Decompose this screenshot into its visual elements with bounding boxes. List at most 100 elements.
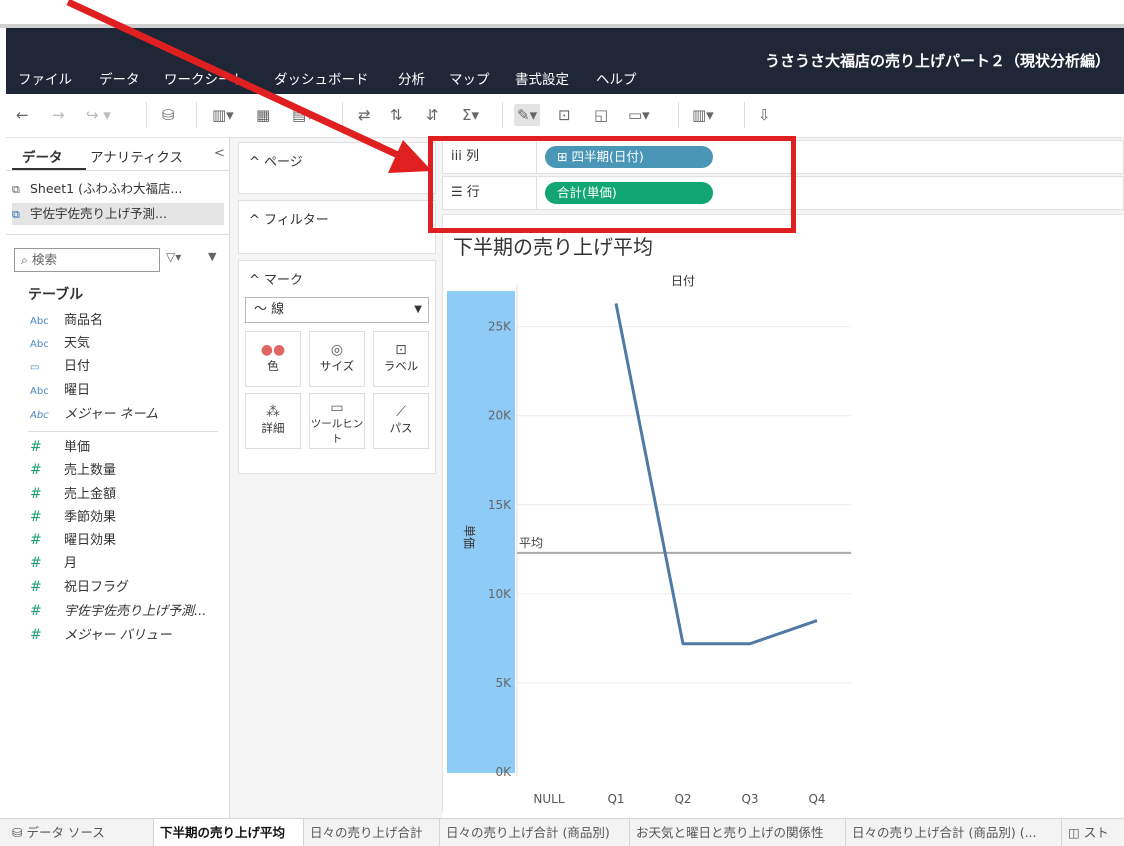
tab-label: スト xyxy=(1083,825,1109,840)
label-icon[interactable]: ⊡ xyxy=(558,104,571,126)
dropdown-icon[interactable]: ▼ xyxy=(208,250,216,263)
measure-field[interactable]: # 月 xyxy=(30,552,230,574)
dimension-field[interactable]: Abc 商品名 xyxy=(30,310,230,332)
filters-card[interactable]: ^ フィルター xyxy=(238,200,436,254)
duplicate-icon[interactable]: ▦ xyxy=(256,104,270,126)
swap-icon[interactable]: ⇄ xyxy=(358,104,371,126)
dimension-field[interactable]: Abc メジャー ネーム xyxy=(30,404,230,426)
y-tick-label: 20K xyxy=(488,409,512,423)
tab-sheet[interactable]: 日々の売り上げ合計 xyxy=(304,819,440,846)
database-icon: ⛁ xyxy=(12,825,27,840)
datasource-label: Sheet1 (ふわふわ大福店... xyxy=(30,181,183,196)
sort-ascending-icon[interactable]: ⇅ xyxy=(390,104,403,126)
menu-map[interactable]: マップ xyxy=(449,68,490,88)
menu-file[interactable]: ファイル xyxy=(18,68,72,88)
label-button[interactable]: ⊡ ラベル xyxy=(373,331,429,387)
tab-data[interactable]: データ xyxy=(12,142,86,170)
field-label: 宇佐宇佐売り上げ予測... xyxy=(64,604,207,619)
filter-icon[interactable]: ▽▾ xyxy=(166,250,181,264)
measure-field[interactable]: # 宇佐宇佐売り上げ予測... xyxy=(30,600,230,622)
tab-sheet[interactable]: お天気と曜日と売り上げの関係性 xyxy=(630,819,846,846)
measure-field[interactable]: # 単価 xyxy=(30,436,230,458)
toolbar-divider xyxy=(196,102,197,128)
string-type-icon: Abc xyxy=(30,386,49,397)
datasource-item[interactable]: ⧉ Sheet1 (ふわふわ大福店... xyxy=(12,178,224,200)
menu-format[interactable]: 書式設定 xyxy=(515,68,569,88)
dimension-field[interactable]: Abc 天気 xyxy=(30,333,230,355)
pages-label: ページ xyxy=(264,155,303,170)
number-type-icon: # xyxy=(30,627,42,643)
menu-data[interactable]: データ xyxy=(99,68,140,88)
dimension-field[interactable]: Abc 曜日 xyxy=(30,380,230,402)
x-tick-label: Q2 xyxy=(674,792,691,806)
measure-field[interactable]: # 売上金額 xyxy=(30,483,230,505)
tooltip-button[interactable]: ▭ ツールヒント xyxy=(309,393,365,449)
dimension-field[interactable]: ▭ 日付 xyxy=(30,356,230,378)
line-chart[interactable]: 単価 日付 0K 5K 10K 15K 20K 25K NULL Q1 Q2 Q3 Q4 平均 xyxy=(443,215,1124,813)
tab-data-source[interactable]: ⛁ データ ソース xyxy=(6,819,154,846)
sort-descending-icon[interactable]: ⇵ xyxy=(426,104,439,126)
datasource-icon: ⧉ xyxy=(12,183,20,196)
measure-field[interactable]: # 季節効果 xyxy=(30,506,230,528)
number-type-icon: # xyxy=(30,579,42,595)
present-icon[interactable]: ⇩ xyxy=(758,104,771,126)
tab-story[interactable]: ◫ スト xyxy=(1062,819,1124,846)
axis-highlight-band xyxy=(447,291,515,773)
size-button[interactable]: ◎ サイズ xyxy=(309,331,365,387)
back-icon[interactable]: ← xyxy=(16,104,29,126)
tooltip-label: ツールヒント xyxy=(310,418,364,445)
menu-analysis[interactable]: 分析 xyxy=(398,68,425,88)
menu-help[interactable]: ヘルプ xyxy=(596,68,637,88)
detail-button[interactable]: ⁂ 詳細 xyxy=(245,393,301,449)
format-icon[interactable]: ◱ xyxy=(594,104,608,126)
number-type-icon: # xyxy=(30,555,42,571)
tab-analytics[interactable]: アナリティクス xyxy=(90,142,183,166)
field-label: 天気 xyxy=(64,336,91,351)
measure-field[interactable]: # 祝日フラグ xyxy=(30,576,230,598)
number-type-icon: # xyxy=(30,509,42,525)
fit-icon[interactable]: ▭▾ xyxy=(628,104,650,126)
field-label: メジャー ネーム xyxy=(64,407,159,422)
datasource-item-selected[interactable]: ⧉ 宇佐宇佐売り上げ予測... xyxy=(12,203,224,225)
new-datasource-icon[interactable]: ⛁ xyxy=(162,104,175,126)
tab-sheet[interactable]: 日々の売り上げ合計 (商品別) (... xyxy=(846,819,1062,846)
color-button[interactable]: ●● 色 xyxy=(245,331,301,387)
y-axis-label: 単価 xyxy=(462,525,476,549)
search-input[interactable]: ⌕ 検索 xyxy=(14,248,160,272)
field-label: 曜日 xyxy=(64,383,91,398)
data-pane: データ アナリティクス < ⧉ Sheet1 (ふわふわ大福店... ⧉ 宇佐宇佐売… xyxy=(6,138,230,818)
tab-sheet-active[interactable]: 下半期の売り上げ平均 xyxy=(154,819,304,846)
highlight-icon[interactable]: ✎▾ xyxy=(514,104,541,126)
mark-type-select[interactable]: 〜 線 ▼ xyxy=(245,297,429,323)
clear-sheet-icon[interactable]: ▤▾ xyxy=(292,104,314,126)
search-icon: ⌕ xyxy=(21,252,32,267)
toolbar-divider xyxy=(146,102,147,128)
field-label: 商品名 xyxy=(64,313,104,328)
color-icon: ●● xyxy=(260,342,286,358)
marks-label: マーク xyxy=(264,273,304,288)
filters-card-title: ^ フィルター xyxy=(249,213,329,228)
measure-field[interactable]: # 曜日効果 xyxy=(30,529,230,551)
pages-card[interactable]: ^ ページ xyxy=(238,142,436,194)
number-type-icon: # xyxy=(30,486,42,502)
calendar-icon: ▭ xyxy=(30,362,40,373)
redo-icon[interactable]: ↪ ▾ xyxy=(86,104,111,126)
field-label: 月 xyxy=(64,556,78,571)
y-tick-label: 0K xyxy=(495,765,512,779)
path-button[interactable]: ⟋ パス xyxy=(373,393,429,449)
show-me-icon[interactable]: ▥▾ xyxy=(692,104,714,126)
tab-sheet[interactable]: 日々の売り上げ合計 (商品別) xyxy=(440,819,630,846)
measure-field[interactable]: # メジャー バリュー xyxy=(30,624,230,646)
new-worksheet-icon[interactable]: ▥▾ xyxy=(212,104,234,126)
collapse-pane-icon[interactable]: < xyxy=(214,146,225,161)
tables-header: テーブル xyxy=(28,287,84,303)
forward-icon[interactable]: → xyxy=(52,104,65,126)
tab-label: データ ソース xyxy=(26,825,105,840)
menu-dashboard[interactable]: ダッシュボード xyxy=(274,68,369,88)
totals-icon[interactable]: Σ▾ xyxy=(462,104,479,126)
menu-worksheet[interactable]: ワークシート xyxy=(164,68,245,88)
field-label: 日付 xyxy=(64,359,91,374)
number-type-icon: # xyxy=(30,532,42,548)
measure-field[interactable]: # 売上数量 xyxy=(30,459,230,481)
sheet-tab-bar: ⛁ データ ソース 下半期の売り上げ平均 日々の売り上げ合計 日々の売り上げ合計… xyxy=(0,818,1124,846)
